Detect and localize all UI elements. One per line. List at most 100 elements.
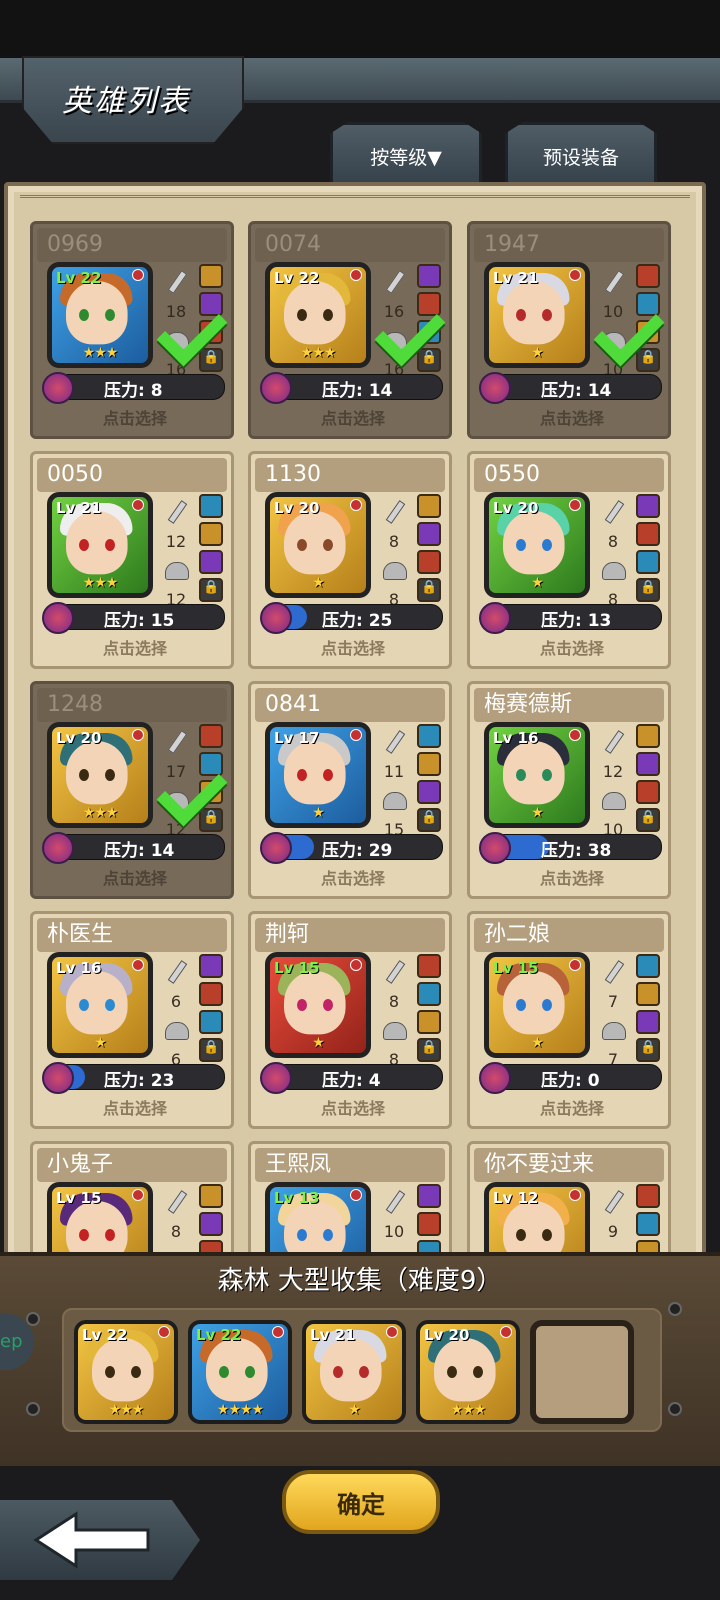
equipment-slot[interactable] bbox=[417, 1212, 441, 1236]
hero-name: 0050 bbox=[37, 458, 227, 492]
notification-dot bbox=[132, 269, 144, 281]
locked-slot-icon bbox=[199, 578, 223, 602]
hero-card[interactable]: 1947 Lv 21 ★ 10 10 压力: 14 点击选择 bbox=[467, 221, 671, 439]
attack-icon bbox=[383, 960, 406, 984]
equipment-slot[interactable] bbox=[417, 264, 441, 288]
equipment-slot[interactable] bbox=[199, 724, 223, 748]
equipment-slot[interactable] bbox=[417, 752, 441, 776]
hero-eye bbox=[79, 768, 90, 781]
hero-card[interactable]: 荆轲 Lv 15 ★ 8 8 压力: 4 点击选择 bbox=[248, 911, 452, 1129]
confirm-button[interactable]: 确定 bbox=[282, 1470, 440, 1534]
select-hero-button[interactable]: 点击选择 bbox=[470, 865, 674, 889]
notification-dot bbox=[350, 499, 362, 511]
hero-card[interactable]: 1130 Lv 20 ★ 8 8 压力: 25 点击选择 bbox=[248, 451, 452, 669]
equipment-slot[interactable] bbox=[199, 1212, 223, 1236]
select-hero-button[interactable]: 点击选择 bbox=[251, 1095, 455, 1119]
hero-card[interactable]: 你不要过来 Lv 12 9 bbox=[467, 1141, 671, 1270]
equipment-slot[interactable] bbox=[199, 522, 223, 546]
hero-card[interactable]: 0969 Lv 22 ★★★ 18 16 压力: 8 点击选择 bbox=[30, 221, 234, 439]
team-member-slot[interactable]: Lv 22 ★★★ bbox=[74, 1320, 178, 1424]
hero-face bbox=[284, 511, 346, 575]
hero-eye bbox=[79, 538, 90, 551]
equipment-slot[interactable] bbox=[417, 1010, 441, 1034]
select-hero-button[interactable]: 点击选择 bbox=[470, 1095, 674, 1119]
equipment-slot[interactable] bbox=[417, 494, 441, 518]
hero-card[interactable]: 1248 Lv 20 ★★★ 17 12 压力: 14 点击选择 bbox=[30, 681, 234, 899]
hero-face bbox=[434, 1338, 496, 1402]
hero-level: Lv 22 bbox=[56, 269, 102, 287]
equipment-slot[interactable] bbox=[636, 522, 660, 546]
hero-card[interactable]: 0550 Lv 20 ★ 8 8 压力: 13 点击选择 bbox=[467, 451, 671, 669]
hero-card[interactable]: 0074 Lv 22 ★★★ 16 16 压力: 14 点击选择 bbox=[248, 221, 452, 439]
hero-card[interactable]: 朴医生 Lv 16 ★ 6 6 压力: 23 点击选择 bbox=[30, 911, 234, 1129]
equipment-slot[interactable] bbox=[417, 724, 441, 748]
equipment-slot[interactable] bbox=[636, 982, 660, 1006]
hero-name: 小鬼子 bbox=[37, 1148, 227, 1182]
equipment-slot[interactable] bbox=[417, 1184, 441, 1208]
equipment-slot[interactable] bbox=[199, 550, 223, 574]
locked-slot-icon bbox=[199, 808, 223, 832]
attack-value: 7 bbox=[607, 992, 619, 1011]
hero-stars: ★ bbox=[531, 575, 544, 591]
select-hero-button[interactable]: 点击选择 bbox=[33, 405, 237, 429]
equipment-slot[interactable] bbox=[199, 1010, 223, 1034]
hero-card[interactable]: 小鬼子 Lv 15 8 bbox=[30, 1141, 234, 1270]
pressure-icon bbox=[42, 1062, 74, 1094]
equipment-slot[interactable] bbox=[417, 522, 441, 546]
select-hero-button[interactable]: 点击选择 bbox=[251, 865, 455, 889]
hero-name: 0841 bbox=[255, 688, 445, 722]
equipment-slot[interactable] bbox=[636, 1010, 660, 1034]
select-hero-button[interactable]: 点击选择 bbox=[33, 635, 237, 659]
team-member-slot[interactable]: Lv 22 ★★★★ bbox=[188, 1320, 292, 1424]
equipment-slot[interactable] bbox=[199, 1184, 223, 1208]
hero-eye bbox=[516, 768, 527, 781]
select-hero-button[interactable]: 点击选择 bbox=[251, 405, 455, 429]
pressure-bar: 压力: 38 bbox=[479, 832, 662, 864]
equipment-slot[interactable] bbox=[636, 550, 660, 574]
pressure-bar: 压力: 15 bbox=[42, 602, 225, 634]
attack-icon bbox=[165, 500, 188, 524]
team-member-slot[interactable]: Lv 21 ★ bbox=[302, 1320, 406, 1424]
hero-eye bbox=[79, 998, 90, 1011]
pressure-icon bbox=[260, 1062, 292, 1094]
equipment-slot[interactable] bbox=[636, 1212, 660, 1236]
equipment-slot[interactable] bbox=[636, 780, 660, 804]
select-hero-button[interactable]: 点击选择 bbox=[470, 405, 674, 429]
hero-name: 1130 bbox=[255, 458, 445, 492]
hero-stars: ★ bbox=[531, 345, 544, 361]
equipment-slot[interactable] bbox=[417, 550, 441, 574]
select-hero-button[interactable]: 点击选择 bbox=[33, 865, 237, 889]
team-member-slot[interactable]: Lv 20 ★★★ bbox=[416, 1320, 520, 1424]
attack-value: 9 bbox=[607, 1222, 619, 1241]
hero-portrait: Lv 22 ★★★ bbox=[47, 262, 153, 368]
attack-value: 6 bbox=[170, 992, 182, 1011]
equipment-slot[interactable] bbox=[417, 982, 441, 1006]
equipment-slot[interactable] bbox=[199, 494, 223, 518]
attack-value: 8 bbox=[170, 1222, 182, 1241]
select-hero-button[interactable]: 点击选择 bbox=[470, 635, 674, 659]
equipment-slot[interactable] bbox=[417, 954, 441, 978]
hero-card[interactable]: 王熙凤 Lv 13 10 bbox=[248, 1141, 452, 1270]
equipment-slot[interactable] bbox=[636, 1184, 660, 1208]
hero-eye bbox=[297, 1228, 308, 1241]
hero-card[interactable]: 孙二娘 Lv 15 ★ 7 7 压力: 0 点击选择 bbox=[467, 911, 671, 1129]
equipment-slot[interactable] bbox=[199, 264, 223, 288]
select-hero-button[interactable]: 点击选择 bbox=[33, 1095, 237, 1119]
hero-card[interactable]: 0841 Lv 17 ★ 11 15 压力: 29 点击选择 bbox=[248, 681, 452, 899]
equipment-slot[interactable] bbox=[636, 494, 660, 518]
hero-card[interactable]: 梅赛德斯 Lv 16 ★ 12 10 压力: 38 点击选择 bbox=[467, 681, 671, 899]
equipment-slot[interactable] bbox=[636, 724, 660, 748]
locked-slot-icon bbox=[636, 578, 660, 602]
empty-team-slot[interactable] bbox=[530, 1320, 634, 1424]
pressure-text: 压力: 14 bbox=[322, 381, 393, 401]
equipment-slot[interactable] bbox=[417, 780, 441, 804]
hero-eye bbox=[322, 538, 333, 551]
equipment-slot[interactable] bbox=[199, 982, 223, 1006]
equipment-slot[interactable] bbox=[199, 954, 223, 978]
hero-card[interactable]: 0050 Lv 21 ★★★ 12 12 压力: 15 点击选择 bbox=[30, 451, 234, 669]
equipment-slot[interactable] bbox=[636, 264, 660, 288]
hero-portrait: Lv 20 ★ bbox=[484, 492, 590, 598]
equipment-slot[interactable] bbox=[636, 954, 660, 978]
equipment-slot[interactable] bbox=[636, 752, 660, 776]
select-hero-button[interactable]: 点击选择 bbox=[251, 635, 455, 659]
